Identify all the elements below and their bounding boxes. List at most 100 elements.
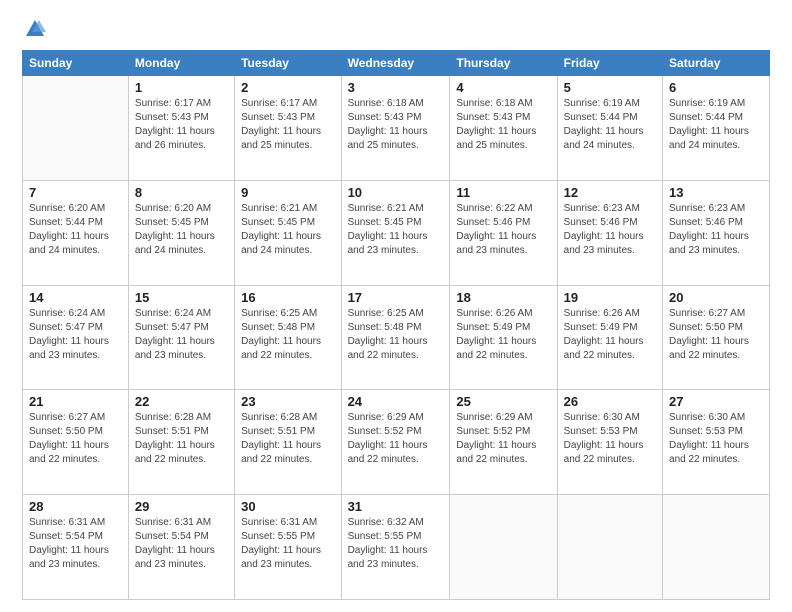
sunset-text: Sunset: 5:48 PM (241, 322, 315, 333)
day-number: 27 (669, 394, 763, 409)
day-info: Sunrise: 6:31 AMSunset: 5:54 PMDaylight:… (135, 516, 228, 572)
sunset-text: Sunset: 5:54 PM (135, 531, 209, 542)
daylight-text: Daylight: 11 hours and 23 minutes. (135, 545, 215, 570)
sunset-text: Sunset: 5:50 PM (29, 426, 103, 437)
daylight-text: Daylight: 11 hours and 22 minutes. (669, 440, 749, 465)
daylight-text: Daylight: 11 hours and 22 minutes. (29, 440, 109, 465)
calendar-cell (557, 495, 662, 600)
sunrise-text: Sunrise: 6:28 AM (135, 412, 211, 423)
calendar-cell: 11 Sunrise: 6:22 AMSunset: 5:46 PMDayligh… (450, 180, 557, 285)
daylight-text: Daylight: 11 hours and 22 minutes. (456, 440, 536, 465)
day-number: 26 (564, 394, 656, 409)
calendar-cell: 26Sunrise: 6:30 AMSunset: 5:53 PMDayligh… (557, 390, 662, 495)
daylight-text: Daylight: 11 hours and 24 minutes. (29, 231, 109, 256)
daylight-text: Daylight: 11 hours and 22 minutes. (348, 336, 428, 361)
sunrise-text: Sunrise: 6:25 AM (241, 308, 317, 319)
calendar-cell: 9Sunrise: 6:21 AMSunset: 5:45 PMDaylight… (235, 180, 341, 285)
sunset-text: Sunset: 5:46 PM (456, 217, 530, 228)
sunset-text: Sunset: 5:46 PM (564, 217, 638, 228)
sunrise-text: Sunrise: 6:18 AM (456, 98, 532, 109)
daylight-text: Daylight: 11 hours and 23 minutes. (456, 231, 536, 256)
sunrise-text: Sunrise: 6:19 AM (669, 98, 745, 109)
daylight-text: Daylight: 11 hours and 24 minutes. (241, 231, 321, 256)
sunset-text: Sunset: 5:43 PM (241, 112, 315, 123)
header-day-saturday: Saturday (663, 51, 770, 76)
day-info: Sunrise: 6:29 AMSunset: 5:52 PMDaylight:… (456, 411, 550, 467)
sunset-text: Sunset: 5:49 PM (564, 322, 638, 333)
sunrise-text: Sunrise: 6:18 AM (348, 98, 424, 109)
day-number: 28 (29, 499, 122, 514)
day-info: Sunrise: 6:24 AMSunset: 5:47 PMDaylight:… (29, 307, 122, 363)
calendar-cell: 28 Sunrise: 6:31 AMSunset: 5:54 PMDayligh… (23, 495, 129, 600)
sunrise-text: Sunrise: 6:20 AM (135, 203, 211, 214)
day-number: 2 (241, 80, 334, 95)
sunrise-text: Sunrise: 6:23 AM (564, 203, 640, 214)
header-day-wednesday: Wednesday (341, 51, 450, 76)
day-info: Sunrise: 6:20 AMSunset: 5:44 PMDaylight:… (29, 202, 122, 258)
calendar-cell: 19 Sunrise: 6:26 AM Sunset: 5:49 PM Dayligh… (557, 285, 662, 390)
sunrise-text: Sunrise: 6:20 AM (29, 203, 105, 214)
calendar-cell: 29 Sunrise: 6:31 AMSunset: 5:54 PMDayligh… (128, 495, 234, 600)
calendar-cell: 31Sunrise: 6:32 AMSunset: 5:55 PMDayligh… (341, 495, 450, 600)
calendar-cell: 14Sunrise: 6:24 AMSunset: 5:47 PMDayligh… (23, 285, 129, 390)
day-number: 6 (669, 80, 763, 95)
sunrise-text: Sunrise: 6:21 AM (348, 203, 424, 214)
calendar-cell (450, 495, 557, 600)
day-number: 19 (564, 290, 656, 305)
day-number: 29 (135, 499, 228, 514)
day-number: 25 (456, 394, 550, 409)
day-info: Sunrise: 6:17 AMSunset: 5:43 PMDaylight:… (135, 97, 228, 153)
calendar-cell: 4Sunrise: 6:18 AMSunset: 5:43 PMDaylight… (450, 76, 557, 181)
sunset-text: Sunset: 5:47 PM (135, 322, 209, 333)
day-info: Sunrise: 6:27 AMSunset: 5:50 PMDaylight:… (669, 307, 763, 363)
calendar-week-4: 21Sunrise: 6:27 AMSunset: 5:50 PMDayligh… (23, 390, 770, 495)
day-info: Sunrise: 6:17 AMSunset: 5:43 PMDaylight:… (241, 97, 334, 153)
sunrise-text: Sunrise: 6:27 AM (29, 412, 105, 423)
day-number: 20 (669, 290, 763, 305)
sunset-text: Sunset: 5:53 PM (564, 426, 638, 437)
day-info: Sunrise: 6:19 AMSunset: 5:44 PMDaylight:… (564, 97, 656, 153)
day-number: 13 (669, 185, 763, 200)
sunset-text: Sunset: 5:54 PM (29, 531, 103, 542)
daylight-text: Daylight: 11 hours and 23 minutes. (29, 336, 109, 361)
day-info: Sunrise: 6:22 AMSunset: 5:46 PMDaylight:… (456, 202, 550, 258)
day-info: Sunrise: 6:31 AMSunset: 5:54 PMDaylight:… (29, 516, 122, 572)
day-number: 5 (564, 80, 656, 95)
sunrise-text: Sunrise: 6:30 AM (669, 412, 745, 423)
sunrise-text: Sunrise: 6:17 AM (241, 98, 317, 109)
daylight-text: Daylight: 11 hours and 22 minutes. (564, 440, 644, 465)
day-number: 11 (456, 185, 550, 200)
day-info: Sunrise: 6:20 AMSunset: 5:45 PMDaylight:… (135, 202, 228, 258)
day-number: 17 (348, 290, 444, 305)
day-info: Sunrise: 6:28 AMSunset: 5:51 PMDaylight:… (241, 411, 334, 467)
day-info: Sunrise: 6:19 AMSunset: 5:44 PMDaylight:… (669, 97, 763, 153)
daylight-text: Daylight: 11 hours and 23 minutes. (564, 231, 644, 256)
daylight-text: Daylight: 11 hours and 22 minutes. (669, 336, 749, 361)
sunset-text: Sunset: 5:45 PM (135, 217, 209, 228)
calendar-cell: 27Sunrise: 6:30 AMSunset: 5:53 PMDayligh… (663, 390, 770, 495)
sunset-text: Sunset: 5:45 PM (241, 217, 315, 228)
sunset-text: Sunset: 5:55 PM (241, 531, 315, 542)
page: SundayMondayTuesdayWednesdayThursdayFrid… (0, 0, 792, 612)
day-info: Sunrise: 6:31 AMSunset: 5:55 PMDaylight:… (241, 516, 334, 572)
calendar-cell: 16Sunrise: 6:25 AMSunset: 5:48 PMDayligh… (235, 285, 341, 390)
day-info: Sunrise: 6:27 AM Sunset: 5:50 PM Daylight:… (29, 411, 122, 467)
header-day-sunday: Sunday (23, 51, 129, 76)
sunrise-text: Sunrise: 6:26 AM (564, 308, 640, 319)
calendar-week-1: 1Sunrise: 6:17 AMSunset: 5:43 PMDaylight… (23, 76, 770, 181)
day-number: 15 (135, 290, 228, 305)
day-info: Sunrise: 6:21 AMSunset: 5:45 PMDaylight:… (241, 202, 334, 258)
calendar-cell: 1Sunrise: 6:17 AMSunset: 5:43 PMDaylight… (128, 76, 234, 181)
daylight-text: Daylight: 11 hours and 22 minutes. (564, 336, 644, 361)
sunrise-text: Sunrise: 6:23 AM (669, 203, 745, 214)
sunset-text: Sunset: 5:51 PM (241, 426, 315, 437)
daylight-text: Daylight: 11 hours and 23 minutes. (135, 336, 215, 361)
calendar-cell: 15Sunrise: 6:24 AMSunset: 5:47 PMDayligh… (128, 285, 234, 390)
day-number: 22 (135, 394, 228, 409)
calendar-cell: 30Sunrise: 6:31 AMSunset: 5:55 PMDayligh… (235, 495, 341, 600)
day-number: 31 (348, 499, 444, 514)
sunrise-text: Sunrise: 6:31 AM (241, 517, 317, 528)
sunrise-text: Sunrise: 6:24 AM (29, 308, 105, 319)
day-number: 30 (241, 499, 334, 514)
day-info: Sunrise: 6:28 AMSunset: 5:51 PMDaylight:… (135, 411, 228, 467)
